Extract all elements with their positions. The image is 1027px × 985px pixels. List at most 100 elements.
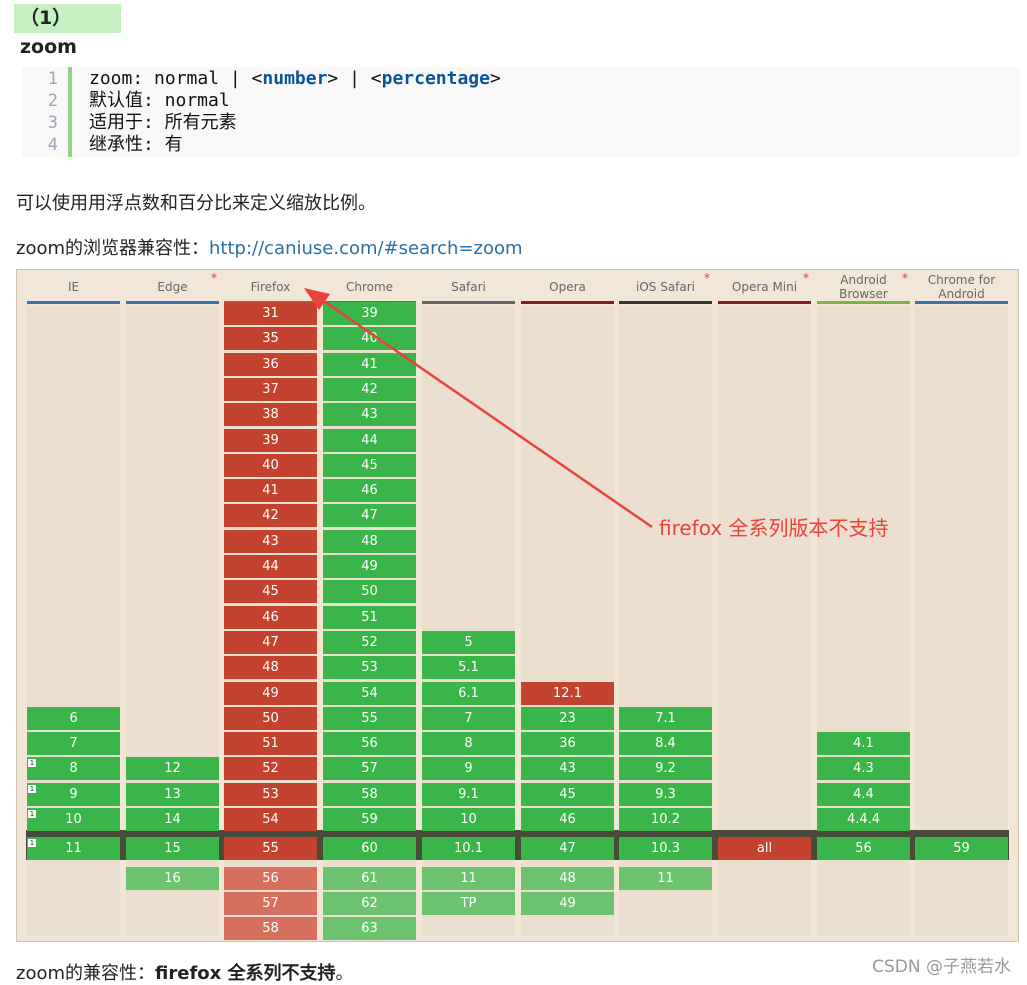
version-cell[interactable]: 39 bbox=[323, 302, 416, 325]
version-cell[interactable]: 42 bbox=[323, 378, 416, 401]
version-cell[interactable]: 47 bbox=[323, 504, 416, 527]
version-cell[interactable]: 45 bbox=[323, 454, 416, 477]
version-cell[interactable]: 49 bbox=[224, 682, 317, 705]
version-cell[interactable]: 57 bbox=[224, 892, 317, 915]
version-cell[interactable]: 60 bbox=[323, 837, 416, 860]
version-cell[interactable]: 91 bbox=[27, 783, 120, 806]
version-cell[interactable]: 10.1 bbox=[422, 837, 515, 860]
version-cell[interactable]: 42 bbox=[224, 504, 317, 527]
version-cell[interactable]: TP bbox=[422, 892, 515, 915]
version-cell[interactable]: 52 bbox=[323, 631, 416, 654]
version-cell[interactable]: 7.1 bbox=[619, 707, 712, 730]
version-cell[interactable]: 37 bbox=[224, 378, 317, 401]
version-cell[interactable]: 11 1 bbox=[27, 837, 120, 860]
version-cell[interactable]: 47 bbox=[224, 631, 317, 654]
version-cell[interactable]: 55 bbox=[224, 837, 317, 860]
version-cell[interactable]: 10.3 bbox=[619, 837, 712, 860]
version-cell[interactable]: 8.4 bbox=[619, 732, 712, 755]
version-cell[interactable]: 56 bbox=[224, 867, 317, 890]
version-cell[interactable]: 4.4 bbox=[817, 783, 910, 806]
version-cell[interactable]: 36 bbox=[521, 732, 614, 755]
version-cell[interactable]: 9.3 bbox=[619, 783, 712, 806]
version-cell[interactable]: 9.2 bbox=[619, 757, 712, 780]
version-cell[interactable]: 39 bbox=[224, 429, 317, 452]
version-cell[interactable]: 14 bbox=[126, 808, 219, 831]
version-cell[interactable]: 61 bbox=[323, 867, 416, 890]
version-cell[interactable]: 41 bbox=[224, 479, 317, 502]
version-cell[interactable]: 45 bbox=[521, 783, 614, 806]
version-cell[interactable]: 7 bbox=[27, 732, 120, 755]
version-cell[interactable]: 40 bbox=[224, 454, 317, 477]
version-cell[interactable]: 46 bbox=[521, 808, 614, 831]
version-cell[interactable]: 47 bbox=[521, 837, 614, 860]
version-cell[interactable]: 43 bbox=[521, 757, 614, 780]
version-cell[interactable]: 46 bbox=[224, 606, 317, 629]
version-cell[interactable]: 10.2 bbox=[619, 808, 712, 831]
version-cell[interactable]: 43 bbox=[323, 403, 416, 426]
version-cell[interactable]: 6 bbox=[27, 707, 120, 730]
version-cell[interactable]: 12 bbox=[126, 757, 219, 780]
version-cell[interactable]: all bbox=[718, 837, 811, 860]
version-cell[interactable]: 9.1 bbox=[422, 783, 515, 806]
version-cell[interactable]: 55 bbox=[323, 707, 416, 730]
caniuse-link[interactable]: http://caniuse.com/#search=zoom bbox=[209, 238, 523, 259]
version-cell[interactable]: 4.3 bbox=[817, 757, 910, 780]
version-cell[interactable]: 15 bbox=[126, 837, 219, 860]
version-cell[interactable]: 62 bbox=[323, 892, 416, 915]
version-cell[interactable]: 4.4.4 bbox=[817, 808, 910, 831]
version-cell[interactable]: 56 bbox=[817, 837, 910, 860]
version-cell[interactable]: 50 bbox=[224, 707, 317, 730]
version-cell[interactable]: 59 bbox=[915, 837, 1008, 860]
version-cell[interactable]: 10 1 bbox=[27, 808, 120, 831]
version-cell[interactable]: 44 bbox=[323, 429, 416, 452]
version-cell[interactable]: 13 bbox=[126, 783, 219, 806]
version-cell[interactable]: 4.1 bbox=[817, 732, 910, 755]
version-cell[interactable]: 48 bbox=[521, 867, 614, 890]
version-cell[interactable]: 48 bbox=[323, 530, 416, 553]
version-cell[interactable]: 23 bbox=[521, 707, 614, 730]
version-cell[interactable]: 49 bbox=[521, 892, 614, 915]
version-cell[interactable]: 5.1 bbox=[422, 656, 515, 679]
version-cell[interactable]: 53 bbox=[224, 783, 317, 806]
version-cell[interactable]: 31 bbox=[224, 302, 317, 325]
version-cell[interactable]: 81 bbox=[27, 757, 120, 780]
version-cell[interactable]: 58 bbox=[224, 917, 317, 940]
version-cell[interactable]: 10 bbox=[422, 808, 515, 831]
version-cell[interactable]: 56 bbox=[323, 732, 416, 755]
version-cell[interactable]: 35 bbox=[224, 327, 317, 350]
version-cell[interactable]: 11 bbox=[422, 867, 515, 890]
version-cell[interactable]: 49 bbox=[323, 555, 416, 578]
version-label: 14 bbox=[164, 812, 181, 827]
version-cell[interactable]: 57 bbox=[323, 757, 416, 780]
version-cell[interactable]: 12.1 bbox=[521, 682, 614, 705]
version-cell[interactable]: 7 bbox=[422, 707, 515, 730]
version-cell[interactable]: 11 bbox=[619, 867, 712, 890]
version-cell[interactable]: 58 bbox=[323, 783, 416, 806]
version-cell[interactable]: 59 bbox=[323, 808, 416, 831]
version-cell[interactable]: 6.1 bbox=[422, 682, 515, 705]
version-cell[interactable]: 36 bbox=[224, 353, 317, 376]
version-cell[interactable]: 63 bbox=[323, 917, 416, 940]
version-label: 11 bbox=[460, 871, 477, 886]
version-cell[interactable]: 53 bbox=[323, 656, 416, 679]
version-cell[interactable]: 9 bbox=[422, 757, 515, 780]
version-cell[interactable]: 16 bbox=[126, 867, 219, 890]
version-cell[interactable]: 46 bbox=[323, 479, 416, 502]
version-cell[interactable]: 54 bbox=[323, 682, 416, 705]
version-label: 52 bbox=[361, 635, 378, 650]
version-label: 58 bbox=[361, 787, 378, 802]
version-cell[interactable]: 51 bbox=[323, 606, 416, 629]
version-cell[interactable]: 48 bbox=[224, 656, 317, 679]
version-cell[interactable]: 38 bbox=[224, 403, 317, 426]
version-cell[interactable]: 51 bbox=[224, 732, 317, 755]
version-cell[interactable]: 54 bbox=[224, 808, 317, 831]
version-cell[interactable]: 45 bbox=[224, 580, 317, 603]
version-cell[interactable]: 52 bbox=[224, 757, 317, 780]
version-cell[interactable]: 5 bbox=[422, 631, 515, 654]
version-cell[interactable]: 8 bbox=[422, 732, 515, 755]
version-cell[interactable]: 41 bbox=[323, 353, 416, 376]
version-cell[interactable]: 50 bbox=[323, 580, 416, 603]
version-cell[interactable]: 44 bbox=[224, 555, 317, 578]
version-cell[interactable]: 43 bbox=[224, 530, 317, 553]
version-cell[interactable]: 40 bbox=[323, 327, 416, 350]
